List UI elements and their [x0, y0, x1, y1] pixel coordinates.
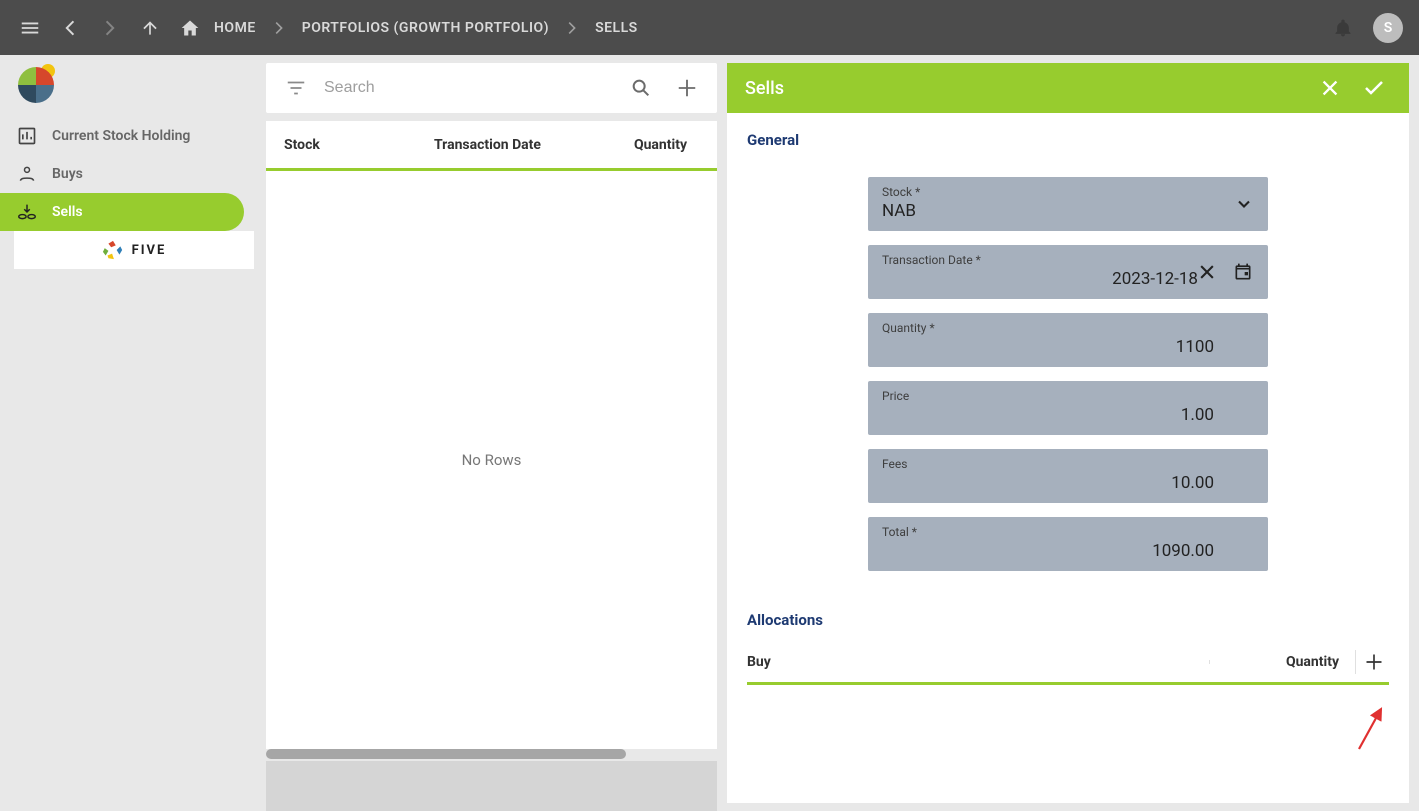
- horizontal-scrollbar[interactable]: [266, 749, 717, 761]
- table-footer-area: [266, 761, 717, 811]
- footer-brand-text: FIVE: [132, 243, 167, 258]
- search-bar: [266, 63, 717, 113]
- open-calendar-button[interactable]: [1230, 259, 1256, 285]
- alloc-column-buy[interactable]: Buy: [747, 654, 1209, 670]
- column-header-stock[interactable]: Stock: [266, 137, 416, 153]
- breadcrumb-home[interactable]: HOME: [204, 20, 266, 36]
- add-allocation-button[interactable]: [1349, 650, 1389, 674]
- app-logo: [14, 63, 58, 107]
- search-input[interactable]: [324, 79, 613, 97]
- search-icon: [630, 77, 652, 99]
- column-header-quantity[interactable]: Quantity: [616, 137, 717, 153]
- notifications-button[interactable]: [1323, 8, 1363, 48]
- price-field[interactable]: Price 1.00: [868, 381, 1268, 435]
- nav-up-button[interactable]: [130, 8, 170, 48]
- detail-panel: Sells General Stock * NAB Transaction Da…: [727, 63, 1409, 803]
- total-field[interactable]: Total * 1090.00: [868, 517, 1268, 571]
- confirm-detail-button[interactable]: [1357, 71, 1391, 105]
- breadcrumb-sells[interactable]: SELLS: [585, 20, 648, 36]
- chart-icon: [16, 125, 38, 147]
- chevron-right-icon: [563, 19, 581, 37]
- section-title-general: General: [747, 131, 1389, 149]
- sidebar-item-current-stock-holding[interactable]: Current Stock Holding: [0, 117, 244, 155]
- sidebar-nav: Current Stock Holding Buys Sells: [0, 115, 262, 231]
- quantity-field[interactable]: Quantity * 1100: [868, 313, 1268, 367]
- fees-field[interactable]: Fees 10.00: [868, 449, 1268, 503]
- footer-brand: FIVE: [14, 231, 254, 269]
- stock-select-field[interactable]: Stock * NAB: [868, 177, 1268, 231]
- nav-forward-button: [90, 8, 130, 48]
- field-label: Total *: [882, 525, 1254, 539]
- scrollbar-thumb[interactable]: [266, 749, 626, 759]
- list-table: Stock Transaction Date Quantity No Rows: [266, 121, 717, 761]
- app-bar: HOME PORTFOLIOS (GROWTH PORTFOLIO) SELLS…: [0, 0, 1419, 55]
- breadcrumb: HOME PORTFOLIOS (GROWTH PORTFOLIO) SELLS: [180, 18, 648, 38]
- sidebar-item-label: Current Stock Holding: [52, 128, 190, 144]
- field-value: 1100: [882, 337, 1254, 357]
- section-title-allocations: Allocations: [747, 611, 1389, 629]
- filter-icon[interactable]: [278, 70, 314, 106]
- coins-icon: [16, 201, 38, 223]
- bell-icon: [1333, 18, 1353, 38]
- detail-panel-header: Sells: [727, 63, 1409, 113]
- allocations-header-row: Buy Quantity: [747, 641, 1389, 685]
- close-icon: [1319, 77, 1341, 99]
- hamburger-menu-button[interactable]: [10, 8, 50, 48]
- plus-icon: [1364, 652, 1384, 672]
- brand-logo-area: [0, 55, 262, 115]
- field-label: Price: [882, 389, 1254, 403]
- field-value: NAB: [882, 201, 1254, 221]
- sidebar-item-label: Buys: [52, 166, 83, 182]
- sidebar-item-buys[interactable]: Buys: [0, 155, 244, 193]
- sidebar-item-sells[interactable]: Sells: [0, 193, 244, 231]
- close-detail-button[interactable]: [1313, 71, 1347, 105]
- chevron-right-icon: [270, 19, 288, 37]
- main-layout: Current Stock Holding Buys Sells: [0, 55, 1419, 811]
- field-value: 1.00: [882, 405, 1254, 425]
- chevron-down-icon[interactable]: [1234, 194, 1254, 214]
- arrow-up-icon: [140, 18, 160, 38]
- add-record-button[interactable]: [669, 70, 705, 106]
- close-icon: [1197, 262, 1217, 282]
- table-header-row: Stock Transaction Date Quantity: [266, 121, 717, 171]
- field-label: Fees: [882, 457, 1254, 471]
- breadcrumb-portfolios[interactable]: PORTFOLIOS (GROWTH PORTFOLIO): [292, 20, 559, 36]
- transaction-date-field[interactable]: Transaction Date * 2023-12-18: [868, 245, 1268, 299]
- field-value: 1090.00: [882, 541, 1254, 561]
- hamburger-icon: [19, 17, 41, 39]
- hand-icon: [16, 163, 38, 185]
- nav-back-button[interactable]: [50, 8, 90, 48]
- sidebar-item-label: Sells: [52, 204, 83, 220]
- plus-icon: [676, 77, 698, 99]
- field-label: Quantity *: [882, 321, 1254, 335]
- home-icon: [180, 18, 200, 38]
- arrow-left-icon: [59, 17, 81, 39]
- user-avatar[interactable]: S: [1373, 13, 1403, 43]
- calendar-icon: [1233, 262, 1253, 282]
- five-logo-icon: [102, 239, 124, 261]
- alloc-column-quantity[interactable]: Quantity: [1209, 654, 1349, 670]
- arrow-right-icon: [99, 17, 121, 39]
- search-button[interactable]: [623, 70, 659, 106]
- center-panel: Stock Transaction Date Quantity No Rows: [262, 55, 727, 811]
- sidebar: Current Stock Holding Buys Sells: [0, 55, 262, 811]
- column-header-transaction-date[interactable]: Transaction Date: [416, 137, 616, 153]
- clear-date-button[interactable]: [1194, 259, 1220, 285]
- check-icon: [1362, 76, 1386, 100]
- table-empty-message: No Rows: [266, 171, 717, 749]
- pie-logo-icon: [14, 63, 58, 107]
- detail-panel-title: Sells: [745, 78, 1303, 99]
- field-label: Stock *: [882, 185, 1254, 199]
- field-value: 10.00: [882, 473, 1254, 493]
- detail-panel-body: General Stock * NAB Transaction Date * 2…: [727, 113, 1409, 803]
